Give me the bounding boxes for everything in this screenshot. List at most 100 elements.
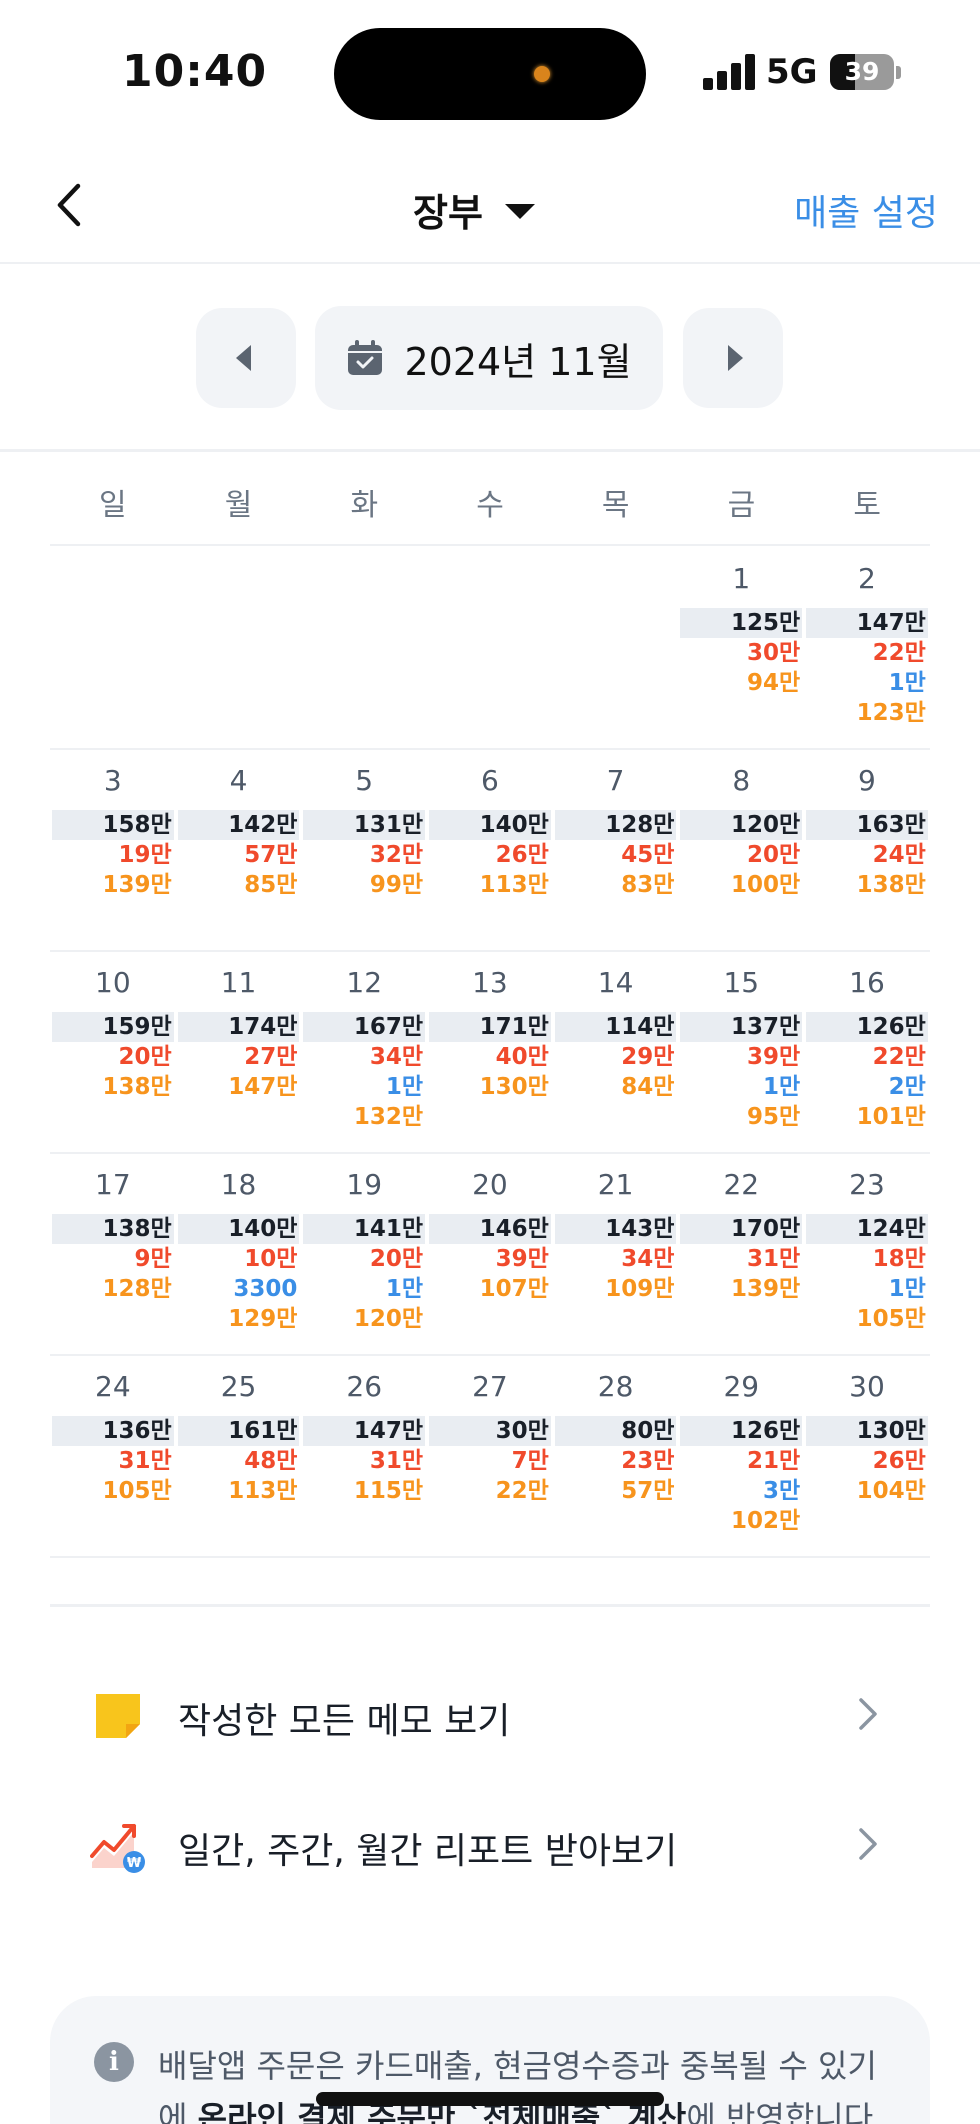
net-amount: 129만 <box>228 1306 298 1332</box>
info-line2-prefix: 에 <box>158 2099 198 2124</box>
calendar-day-27[interactable]: 27 30만 7만 22만 <box>427 1356 553 1556</box>
day-values: 30만 7만 22만 <box>427 1416 553 1506</box>
total-sales: 128만 <box>554 810 677 840</box>
calendar-day-12[interactable]: 12 167만 34만 1만 132만 <box>301 952 427 1152</box>
total-sales: 140만 <box>429 810 551 840</box>
back-button[interactable] <box>50 180 90 230</box>
sales-settings-button[interactable]: 매출 설정 <box>794 184 938 236</box>
deduction-amount: 20만 <box>369 1246 424 1272</box>
day-values: 146만 39만 107만 <box>427 1214 553 1304</box>
next-month-button[interactable] <box>683 308 783 408</box>
deduction-amount: 18만 <box>872 1246 926 1272</box>
signal-strength-icon <box>703 54 755 90</box>
deduction-amount: 7만 <box>511 1448 549 1474</box>
total-sales: 146만 <box>429 1214 551 1244</box>
calendar-day-9[interactable]: 9 163만 24만 138만 <box>804 750 930 950</box>
calendar-day-24[interactable]: 24 136만 31만 105만 <box>50 1356 176 1556</box>
day-values: 114만 29만 84만 <box>553 1012 679 1102</box>
net-amount: 113만 <box>479 872 549 898</box>
day-number: 29 <box>723 1370 760 1403</box>
net-amount: 107만 <box>479 1276 549 1302</box>
weekday-sat: 토 <box>853 488 881 523</box>
info-line1: 배달앱 주문은 카드매출, 현금영수증과 중복될 수 있기 <box>158 2047 877 2085</box>
total-sales: 159만 <box>52 1012 174 1042</box>
deduction-amount: 31만 <box>746 1246 801 1272</box>
view-all-memos-button[interactable]: 작성한 모든 메모 보기 <box>0 1660 980 1770</box>
calendar-day-25[interactable]: 25 161만 48만 113만 <box>176 1356 302 1556</box>
caret-right-icon <box>728 345 743 371</box>
battery-cap <box>896 66 901 79</box>
month-selector: 2024년 11월 <box>0 266 980 452</box>
calendar-day-16[interactable]: 16 126만 22만 2만 101만 <box>804 952 930 1152</box>
calendar-day-2[interactable]: 2 147만 22만 1만 123만 <box>804 548 930 748</box>
info-text: 배달앱 주문은 카드매출, 현금영수증과 중복될 수 있기 에 온라인 결제 주… <box>158 2040 918 2124</box>
calendar-day-17[interactable]: 17 138만 9만 128만 <box>50 1154 176 1354</box>
calendar-day-19[interactable]: 19 141만 20만 1만 120만 <box>301 1154 427 1354</box>
deduction-amount: 21만 <box>746 1448 801 1474</box>
calendar-day-20[interactable]: 20 146만 39만 107만 <box>427 1154 553 1354</box>
calendar-day-26[interactable]: 26 147만 31만 115만 <box>301 1356 427 1556</box>
calendar-day-10[interactable]: 10 159만 20만 138만 <box>50 952 176 1152</box>
other-amount: 1만 <box>385 1074 424 1100</box>
calendar-day-8[interactable]: 8 120만 20만 100만 <box>678 750 804 950</box>
deduction-amount: 23만 <box>621 1448 675 1474</box>
calendar-day-5[interactable]: 5 131만 32만 99만 <box>301 750 427 950</box>
day-number: 21 <box>597 1168 634 1201</box>
total-sales: 120만 <box>680 810 803 840</box>
total-sales: 130만 <box>806 1416 928 1446</box>
calendar-grid: 1 125만 30만 94만 2 147만 22만 1만 123만 3 158만 19만 139만 4 14… <box>50 548 930 1558</box>
nav-bar: 장부 매출 설정 <box>0 140 980 264</box>
menu-label-reports: 일간, 주간, 월간 리포트 받아보기 <box>178 1831 678 1872</box>
battery-icon: 39 <box>830 54 894 90</box>
deduction-amount: 26만 <box>495 842 549 868</box>
calendar-day-11[interactable]: 11 174만 27만 147만 <box>176 952 302 1152</box>
weekday-mon: 월 <box>224 488 253 523</box>
deduction-amount: 40만 <box>495 1044 549 1070</box>
other-amount: 1만 <box>762 1074 801 1100</box>
prev-month-button[interactable] <box>196 308 296 408</box>
calendar-day-4[interactable]: 4 142만 57만 85만 <box>176 750 302 950</box>
day-values: 142만 57만 85만 <box>176 810 302 900</box>
calendar-day-28[interactable]: 28 80만 23만 57만 <box>553 1356 679 1556</box>
calendar-day-7[interactable]: 7 128만 45만 83만 <box>553 750 679 950</box>
calendar-day-6[interactable]: 6 140만 26만 113만 <box>427 750 553 950</box>
calendar-day-21[interactable]: 21 143만 34만 109만 <box>553 1154 679 1354</box>
calendar-day-30[interactable]: 30 130만 26만 104만 <box>804 1356 930 1556</box>
total-sales: 147만 <box>806 608 928 638</box>
day-number: 5 <box>355 764 374 797</box>
day-number: 17 <box>95 1168 131 1201</box>
calendar-day-22[interactable]: 22 170만 31만 139만 <box>678 1154 804 1354</box>
total-sales: 161만 <box>177 1416 300 1446</box>
camera-indicator-icon <box>534 66 550 82</box>
net-amount: 83만 <box>621 872 675 898</box>
calendar-week: 1 125만 30만 94만 2 147만 22만 1만 123만 <box>50 548 930 750</box>
calendar-icon <box>348 340 383 375</box>
deduction-amount: 34만 <box>369 1044 424 1070</box>
total-sales: 171만 <box>429 1012 551 1042</box>
calendar-day-18[interactable]: 18 140만 10만 3300 129만 <box>176 1154 302 1354</box>
calendar-week: 24 136만 31만 105만 25 161만 48만 113만 26 147만 31만 115만 2… <box>50 1356 930 1558</box>
calendar-day-14[interactable]: 14 114만 29만 84만 <box>553 952 679 1152</box>
day-values: 136만 31만 105만 <box>50 1416 176 1506</box>
day-values: 80만 23만 57만 <box>553 1416 679 1506</box>
day-number: 2 <box>858 562 876 595</box>
ledger-dropdown[interactable]: 장부 <box>413 182 535 237</box>
calendar-day-3[interactable]: 3 158만 19만 139만 <box>50 750 176 950</box>
home-indicator <box>316 2092 664 2106</box>
calendar-day-13[interactable]: 13 171만 40만 130만 <box>427 952 553 1152</box>
calendar-day-23[interactable]: 23 124만 18만 1만 105만 <box>804 1154 930 1354</box>
day-number: 7 <box>606 764 625 797</box>
day-values: 131만 32만 99만 <box>301 810 427 900</box>
day-values: 140만 26만 113만 <box>427 810 553 900</box>
view-reports-button[interactable]: ₩ 일간, 주간, 월간 리포트 받아보기 <box>0 1790 980 1900</box>
day-number: 16 <box>849 966 885 999</box>
total-sales: 126만 <box>806 1012 928 1042</box>
weekday-header: 일 월 화 수 목 금 토 <box>50 476 930 546</box>
calendar-day-1[interactable]: 1 125만 30만 94만 <box>678 548 804 748</box>
net-amount: 22만 <box>495 1478 549 1504</box>
other-amount: 1만 <box>385 1276 424 1302</box>
calendar-day-29[interactable]: 29 126만 21만 3만 102만 <box>678 1356 804 1556</box>
net-amount: 139만 <box>102 872 172 898</box>
month-picker[interactable]: 2024년 11월 <box>315 306 663 410</box>
calendar-day-15[interactable]: 15 137만 39만 1만 95만 <box>678 952 804 1152</box>
